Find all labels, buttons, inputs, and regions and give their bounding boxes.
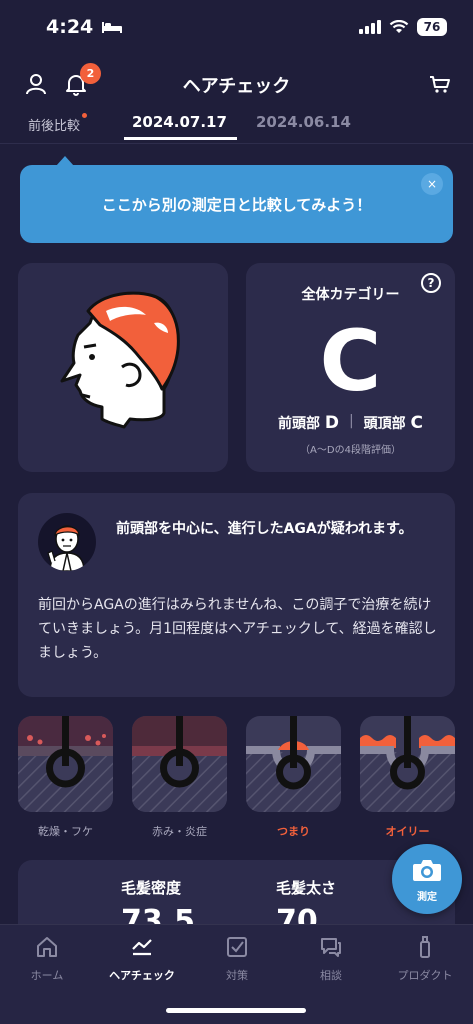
- help-icon[interactable]: ?: [421, 273, 441, 293]
- tabbar-item-measures[interactable]: 対策: [192, 935, 282, 983]
- checklist-icon: [227, 937, 247, 957]
- density-label: 毛髪密度: [121, 879, 182, 897]
- measure-button-label: 測定: [417, 892, 437, 903]
- clock: 4:24: [46, 16, 94, 38]
- chart-icon: [132, 939, 152, 956]
- doctor-avatar: [38, 513, 96, 571]
- redness-scalp-icon: [132, 716, 227, 812]
- tab-compare-label: 前後比較: [28, 119, 81, 134]
- tabbar-label: 相談: [320, 969, 342, 982]
- condition-label: オイリー: [385, 825, 430, 838]
- page-title: ヘアチェック: [182, 76, 291, 97]
- product-icon: [420, 936, 430, 958]
- tooltip-close-button[interactable]: ×: [421, 173, 443, 195]
- condition-tile: [18, 716, 113, 812]
- status-time: 4:24: [46, 16, 123, 38]
- tabbar-label: ホーム: [30, 969, 64, 982]
- measure-button[interactable]: 測定: [392, 844, 462, 914]
- tabbar-label: ヘアチェック: [109, 969, 175, 982]
- diagnosis-message-card: 前頭部を中心に、進行したAGAが疑われます。 前回からAGAの進行はみられません…: [18, 493, 455, 697]
- home-indicator: [166, 1008, 306, 1013]
- compare-tooltip: ここから別の測定日と比較してみよう！ ×: [20, 156, 453, 243]
- tab-date-current[interactable]: 2024.07.17: [124, 113, 237, 140]
- head-illustration-card[interactable]: [18, 263, 228, 472]
- condition-tile: [132, 716, 227, 812]
- overall-grade: C: [319, 312, 382, 410]
- battery-indicator: 76: [417, 18, 447, 36]
- sub-grades: 前頭部 D | 頭頂部 C: [246, 413, 455, 433]
- chat-icon: [321, 938, 341, 957]
- tabbar-item-consultation[interactable]: 相談: [286, 935, 376, 983]
- tabbar-item-hair-check[interactable]: ヘアチェック: [97, 935, 187, 983]
- status-bar: 4:24 76: [0, 0, 473, 58]
- diagnosis-body: 前回からAGAの進行はみられませんね、この調子で治療を続けていきましょう。月1回…: [38, 597, 437, 661]
- front-grade-group: 前頭部 D: [278, 413, 339, 433]
- top-label: 頭頂部: [363, 416, 406, 432]
- new-indicator-dot: [82, 113, 88, 118]
- condition-clogging[interactable]: つまり: [246, 716, 341, 839]
- tabbar-item-products[interactable]: プロダクト: [380, 935, 470, 983]
- grade-separator: |: [348, 413, 354, 429]
- tabbar-label: 対策: [226, 969, 248, 982]
- condition-label: つまり: [277, 825, 310, 838]
- wifi-icon: [389, 20, 409, 33]
- date-tabs: 前後比較 2024.07.17 2024.06.14: [0, 108, 473, 144]
- condition-label: 赤み・炎症: [152, 825, 207, 838]
- tab-compare[interactable]: 前後比較: [28, 113, 88, 134]
- doctor-icon: [47, 525, 85, 571]
- thickness-label: 毛髪太さ: [276, 879, 337, 897]
- overall-category-card: 全体カテゴリー ? C 前頭部 D | 頭頂部 C （A〜Dの4段階評価）: [246, 263, 455, 472]
- top-grade: C: [410, 413, 424, 433]
- tooltip-text: ここから別の測定日と比較してみよう！: [101, 196, 372, 214]
- status-indicators: 76: [359, 18, 447, 36]
- camera-icon: [413, 860, 441, 881]
- diagnosis-headline: 前頭部を中心に、進行したAGAが疑われます。: [116, 521, 413, 537]
- condition-tile: [246, 716, 341, 812]
- grade-scale-note: （A〜Dの4段階評価）: [300, 445, 401, 456]
- front-grade: D: [324, 413, 339, 433]
- cart-button[interactable]: [426, 70, 454, 98]
- condition-dry-dandruff[interactable]: 乾燥・フケ: [18, 716, 113, 839]
- front-label: 前頭部: [277, 416, 320, 432]
- condition-tile: [360, 716, 455, 812]
- sleep-mode-icon: [102, 22, 123, 33]
- dandruff-scalp-icon: [18, 716, 113, 812]
- tabbar-label: プロダクト: [397, 969, 453, 982]
- cart-icon: [430, 76, 450, 93]
- condition-label: 乾燥・フケ: [38, 825, 93, 838]
- app-header: 2 ヘアチェック: [0, 60, 473, 108]
- signal-icon: [359, 20, 381, 34]
- condition-redness-inflammation[interactable]: 赤み・炎症: [132, 716, 227, 839]
- clogged-pore-icon: [246, 716, 341, 812]
- home-icon: [37, 937, 57, 957]
- tabbar-item-home[interactable]: ホーム: [2, 935, 92, 983]
- top-grade-group: 頭頂部 C: [364, 413, 423, 433]
- condition-oily[interactable]: オイリー: [360, 716, 455, 839]
- tab-date-previous[interactable]: 2024.06.14: [256, 113, 351, 131]
- head-profile-illustration: [60, 291, 180, 429]
- oily-scalp-icon: [360, 716, 455, 812]
